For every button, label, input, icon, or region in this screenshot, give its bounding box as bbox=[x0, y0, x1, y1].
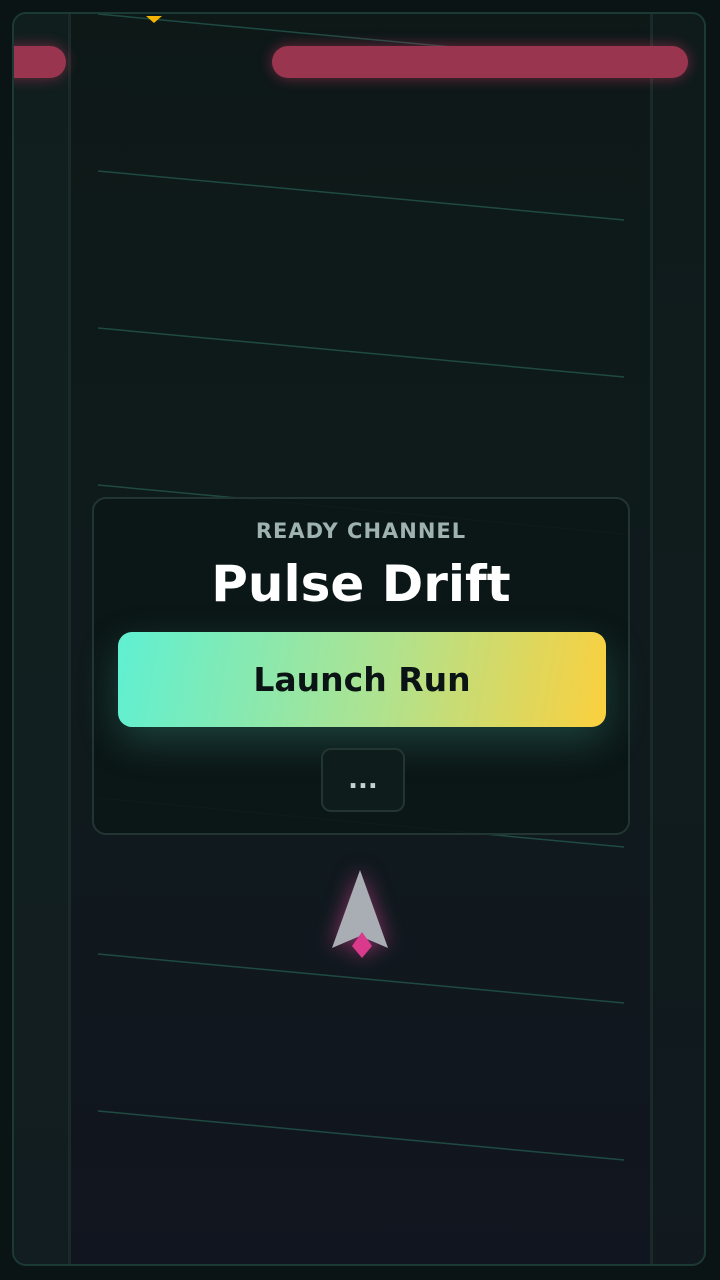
barrier-obstacle bbox=[14, 46, 66, 78]
arrow-ship-icon bbox=[332, 870, 388, 958]
track-line bbox=[97, 327, 625, 378]
game-title: Pulse Drift bbox=[211, 555, 511, 613]
track-line bbox=[97, 170, 625, 221]
start-menu-card: READY CHANNEL Pulse Drift Launch Run ... bbox=[92, 497, 630, 835]
game-viewport[interactable]: READY CHANNEL Pulse Drift Launch Run ... bbox=[12, 12, 706, 1266]
launch-run-button[interactable]: Launch Run bbox=[118, 632, 606, 727]
more-options-button[interactable]: ... bbox=[321, 748, 405, 812]
menu-eyebrow: READY CHANNEL bbox=[255, 519, 467, 543]
barrier-obstacle bbox=[272, 46, 688, 78]
track-line bbox=[97, 1110, 625, 1161]
